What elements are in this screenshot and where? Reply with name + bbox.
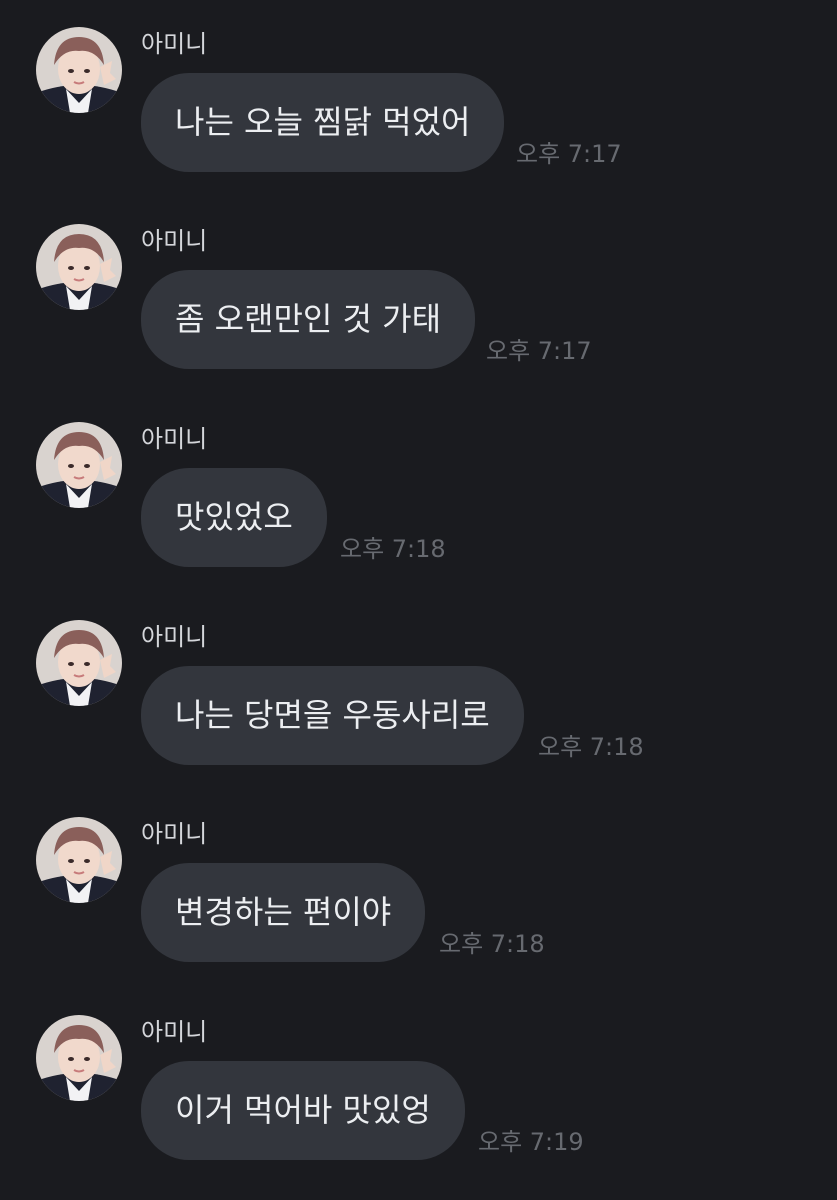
message-time: 오후 7:18 xyxy=(439,930,545,958)
message-time: 오후 7:18 xyxy=(538,733,644,761)
message-row: 아미니 이거 먹어바 맛있엉 오후 7:19 xyxy=(0,1015,837,1175)
sender-name: 아미니 xyxy=(141,30,208,58)
avatar-icon[interactable] xyxy=(36,27,122,113)
message-row: 아미니 좀 오랜만인 것 가태 오후 7:17 xyxy=(0,224,837,384)
sender-name: 아미니 xyxy=(141,623,208,651)
sender-name: 아미니 xyxy=(141,820,208,848)
message-row: 아미니 변경하는 편이야 오후 7:18 xyxy=(0,817,837,977)
message-bubble[interactable]: 나는 오늘 찜닭 먹었어 xyxy=(141,73,505,172)
avatar-icon[interactable] xyxy=(36,224,122,310)
message-time: 오후 7:19 xyxy=(478,1128,584,1156)
avatar-icon[interactable] xyxy=(36,817,122,903)
sender-name: 아미니 xyxy=(141,425,208,453)
message-time: 오후 7:18 xyxy=(340,535,446,563)
message-bubble[interactable]: 맛있었오 xyxy=(141,468,327,567)
message-time: 오후 7:17 xyxy=(516,140,622,168)
message-bubble[interactable]: 이거 먹어바 맛있엉 xyxy=(141,1061,465,1160)
message-bubble[interactable]: 변경하는 편이야 xyxy=(141,863,426,962)
chat-conversation: 아미니 나는 오늘 찜닭 먹었어 오후 7:17 아미니 좀 오랜만인 것 가태… xyxy=(0,0,837,1200)
avatar-icon[interactable] xyxy=(36,422,122,508)
message-bubble[interactable]: 좀 오랜만인 것 가태 xyxy=(141,270,476,369)
avatar-icon[interactable] xyxy=(36,1015,122,1101)
message-row: 아미니 맛있었오 오후 7:18 xyxy=(0,422,837,582)
message-row: 아미니 나는 당면을 우동사리로 오후 7:18 xyxy=(0,620,837,780)
message-time: 오후 7:17 xyxy=(486,337,592,365)
message-row: 아미니 나는 오늘 찜닭 먹었어 오후 7:17 xyxy=(0,27,837,187)
avatar-icon[interactable] xyxy=(36,620,122,706)
sender-name: 아미니 xyxy=(141,227,208,255)
message-bubble[interactable]: 나는 당면을 우동사리로 xyxy=(141,666,524,765)
sender-name: 아미니 xyxy=(141,1018,208,1046)
